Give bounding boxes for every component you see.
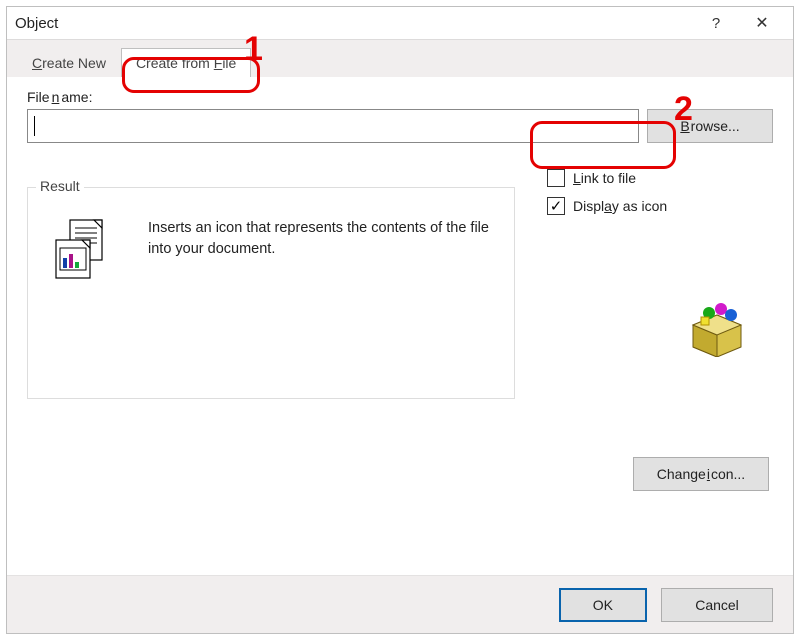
help-button[interactable]: ? [693,9,739,37]
documents-icon [50,218,114,282]
close-button[interactable]: ✕ [739,9,785,37]
checkbox-box: ✓ [547,197,565,215]
tab-create-new[interactable]: Create New [17,48,121,78]
result-fieldset: Result Inserts an icon that represents t… [27,187,515,399]
result-description: Inserts an icon that represents the cont… [148,218,498,382]
file-name-label: File name: [27,89,773,105]
ok-button[interactable]: OK [559,588,647,622]
change-icon-button[interactable]: Change icon... [633,457,769,491]
dialog-title: Object [15,15,58,32]
titlebar: Object ? ✕ [7,7,793,39]
options-group: Link to file ✓ Display as icon [547,169,667,215]
result-legend: Result [36,178,84,194]
package-icon [689,301,745,357]
object-dialog: Object ? ✕ Create New Create from File F… [6,6,794,634]
display-as-icon-checkbox[interactable]: ✓ Display as icon [547,197,667,215]
dialog-footer: OK Cancel [7,575,793,633]
file-name-input[interactable] [27,109,639,143]
browse-button[interactable]: Browse... [647,109,773,143]
text-caret [34,116,35,136]
tabstrip: Create New Create from File [7,39,793,77]
link-to-file-checkbox[interactable]: Link to file [547,169,667,187]
checkbox-box [547,169,565,187]
tab-create-from-file[interactable]: Create from File [121,48,251,78]
dialog-content: File name: Browse... Link to file ✓ Disp… [7,77,793,575]
cancel-button[interactable]: Cancel [661,588,773,622]
